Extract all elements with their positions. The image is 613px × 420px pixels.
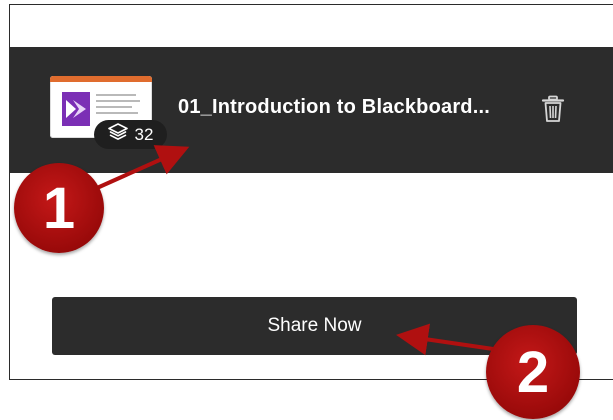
callout-marker-1: 1	[14, 163, 104, 253]
callout-2-arrow	[396, 323, 501, 356]
callout-marker-2: 2	[486, 325, 580, 419]
callout-1-arrow	[87, 145, 190, 194]
